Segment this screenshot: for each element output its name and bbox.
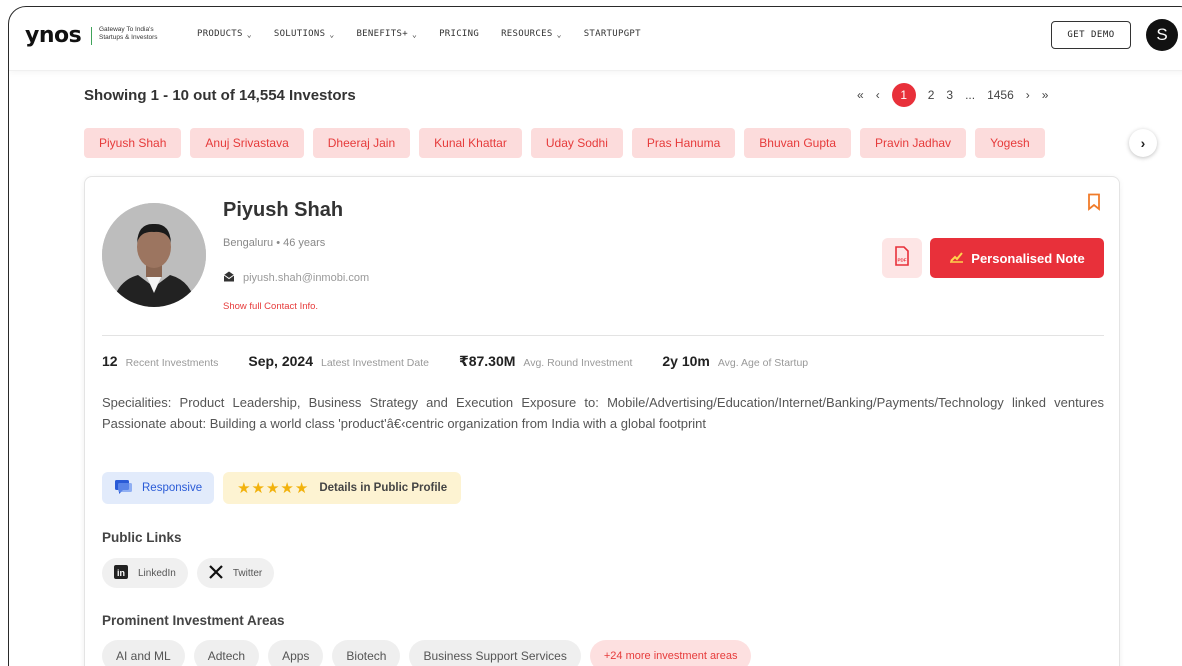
investor-chip[interactable]: Dheeraj Jain — [312, 128, 411, 158]
pagination-ellipsis: ... — [965, 88, 976, 102]
investor-chip[interactable]: Pras Hanuma — [631, 128, 736, 158]
investment-area-chip[interactable]: AI and ML — [102, 640, 185, 666]
ynos-logo[interactable]: ynos — [25, 23, 82, 48]
investor-chip[interactable]: Uday Sodhi — [530, 128, 623, 158]
twitter-link[interactable]: Twitter — [196, 558, 275, 588]
investor-email[interactable]: piyush.shah@inmobi.com — [243, 272, 369, 284]
get-demo-button[interactable]: GET DEMO — [1051, 21, 1131, 49]
stat-value: 2y 10m — [662, 353, 710, 369]
investor-name: Piyush Shah — [223, 199, 344, 221]
page-1-button[interactable]: 1 — [891, 83, 916, 107]
stat-label: Avg. Age of Startup — [717, 357, 809, 369]
pdf-icon: PDF — [894, 245, 910, 271]
chevron-down-icon: ⌄ — [246, 29, 252, 39]
chevron-down-icon: ⌄ — [411, 29, 418, 39]
brand-tagline: Gateway To India's Startups & Investors — [99, 26, 158, 41]
investment-area-chip[interactable]: Business Support Services — [409, 640, 581, 666]
bookmark-icon[interactable] — [1087, 193, 1101, 211]
user-avatar[interactable]: S — [1146, 19, 1178, 51]
investor-location-age: Bengaluru • 46 years — [223, 237, 326, 249]
investor-profile-card: Piyush Shah Bengaluru • 46 years piyush.… — [84, 176, 1120, 666]
responsive-label: Responsive — [142, 482, 203, 494]
svg-text:PDF: PDF — [898, 257, 907, 262]
investor-chip[interactable]: Bhuvan Gupta — [744, 128, 852, 158]
show-contact-link[interactable]: Show full Contact Info. — [223, 301, 318, 312]
first-page-button[interactable]: « — [857, 88, 864, 102]
linkedin-icon: in — [114, 564, 128, 582]
stat-label: Recent Investments — [125, 357, 219, 369]
pagination: « ‹ 1 2 3 ... 1456 › » — [857, 83, 1048, 107]
nav-startupgpt[interactable]: STARTUPGPT — [584, 29, 641, 39]
investor-chip[interactable]: Kunal Khattar — [419, 128, 522, 158]
stat-value: 12 — [102, 353, 118, 369]
svg-text:in: in — [117, 568, 125, 578]
personalised-note-button[interactable]: Personalised Note — [930, 238, 1104, 278]
top-header: ynos Gateway To India's Startups & Inves… — [9, 7, 1182, 71]
investor-bio: Specialities: Product Leadership, Busine… — [102, 395, 1104, 431]
nav-pricing[interactable]: PRICING — [439, 29, 479, 39]
nav-solutions[interactable]: SOLUTIONS ⌄ — [274, 29, 335, 39]
nav-benefits[interactable]: BENEFITS+ ⌄ — [356, 29, 417, 39]
nav-resources[interactable]: RESOURCES ⌄ — [501, 29, 562, 39]
nav-label: PRICING — [439, 29, 480, 39]
investment-area-chip[interactable]: Biotech — [332, 640, 401, 666]
link-label: Twitter — [232, 567, 263, 579]
investment-areas-title: Prominent Investment Areas — [102, 613, 285, 628]
main-nav: PRODUCTS ⌄ SOLUTIONS ⌄ BENEFITS+ ⌄ PRICI… — [197, 7, 663, 61]
public-links: in LinkedIn Twitter — [102, 558, 275, 588]
logo-divider — [91, 27, 92, 45]
nav-label: STARTUPGPT — [583, 29, 641, 39]
more-investment-areas-button[interactable]: +24 more investment areas — [589, 640, 752, 666]
nav-label: RESOURCES — [501, 29, 553, 39]
public-links-title: Public Links — [102, 530, 182, 545]
note-button-label: Personalised Note — [971, 250, 1085, 266]
investment-area-chip[interactable]: Apps — [268, 640, 324, 666]
chevron-down-icon: ⌄ — [556, 29, 562, 39]
card-divider — [102, 335, 1104, 336]
handwriting-icon — [949, 251, 965, 266]
stat-label: Latest Investment Date — [320, 357, 429, 369]
investment-areas: AI and ML Adtech Apps Biotech Business S… — [102, 640, 752, 666]
investor-chip[interactable]: Piyush Shah — [84, 128, 182, 158]
investor-chip-list: Piyush Shah Anuj Srivastava Dheeraj Jain… — [84, 128, 1132, 158]
page-3-button[interactable]: 3 — [946, 88, 953, 102]
star-rating-icon: ★★★★★ — [237, 480, 310, 497]
chevron-down-icon: ⌄ — [329, 29, 335, 39]
stat-label: Avg. Round Investment — [523, 357, 633, 369]
public-profile-badge[interactable]: ★★★★★ Details in Public Profile — [223, 472, 462, 504]
prev-page-button[interactable]: ‹ — [876, 88, 880, 102]
nav-label: BENEFITS+ — [356, 29, 408, 39]
investment-area-chip[interactable]: Adtech — [193, 640, 260, 666]
investor-chip[interactable]: Yogesh — [975, 128, 1045, 158]
linkedin-link[interactable]: in LinkedIn — [102, 558, 188, 588]
nav-products[interactable]: PRODUCTS ⌄ — [197, 29, 252, 39]
stat-value: ₹87.30M — [458, 353, 516, 369]
investor-badges: Responsive ★★★★★ Details in Public Profi… — [102, 472, 462, 504]
nav-label: SOLUTIONS — [273, 29, 326, 39]
page-2-button[interactable]: 2 — [928, 88, 935, 102]
investment-stats: 12 Recent Investments Sep, 2024 Latest I… — [102, 353, 838, 370]
stat-value: Sep, 2024 — [248, 353, 313, 369]
app-frame: ynos Gateway To India's Startups & Inves… — [8, 6, 1182, 666]
results-count: Showing 1 - 10 out of 14,554 Investors — [84, 87, 356, 104]
investor-photo — [102, 203, 206, 307]
public-profile-label: Details in Public Profile — [319, 482, 448, 494]
investor-chip[interactable]: Anuj Srivastava — [190, 128, 304, 158]
responsive-badge: Responsive — [102, 472, 215, 504]
nav-label: PRODUCTS — [197, 29, 243, 39]
last-page-button[interactable]: » — [1042, 88, 1049, 102]
investor-chip[interactable]: Pravin Jadhav — [860, 128, 967, 158]
email-row: piyush.shah@inmobi.com — [223, 271, 369, 285]
envelope-icon — [223, 271, 235, 285]
pdf-download-button[interactable]: PDF — [882, 238, 922, 278]
chat-icon — [114, 479, 132, 498]
next-page-button[interactable]: › — [1026, 88, 1030, 102]
last-page-number-button[interactable]: 1456 — [987, 88, 1014, 102]
x-twitter-icon — [209, 564, 223, 582]
link-label: LinkedIn — [138, 567, 176, 579]
chevron-right-icon[interactable]: › — [1129, 129, 1157, 157]
